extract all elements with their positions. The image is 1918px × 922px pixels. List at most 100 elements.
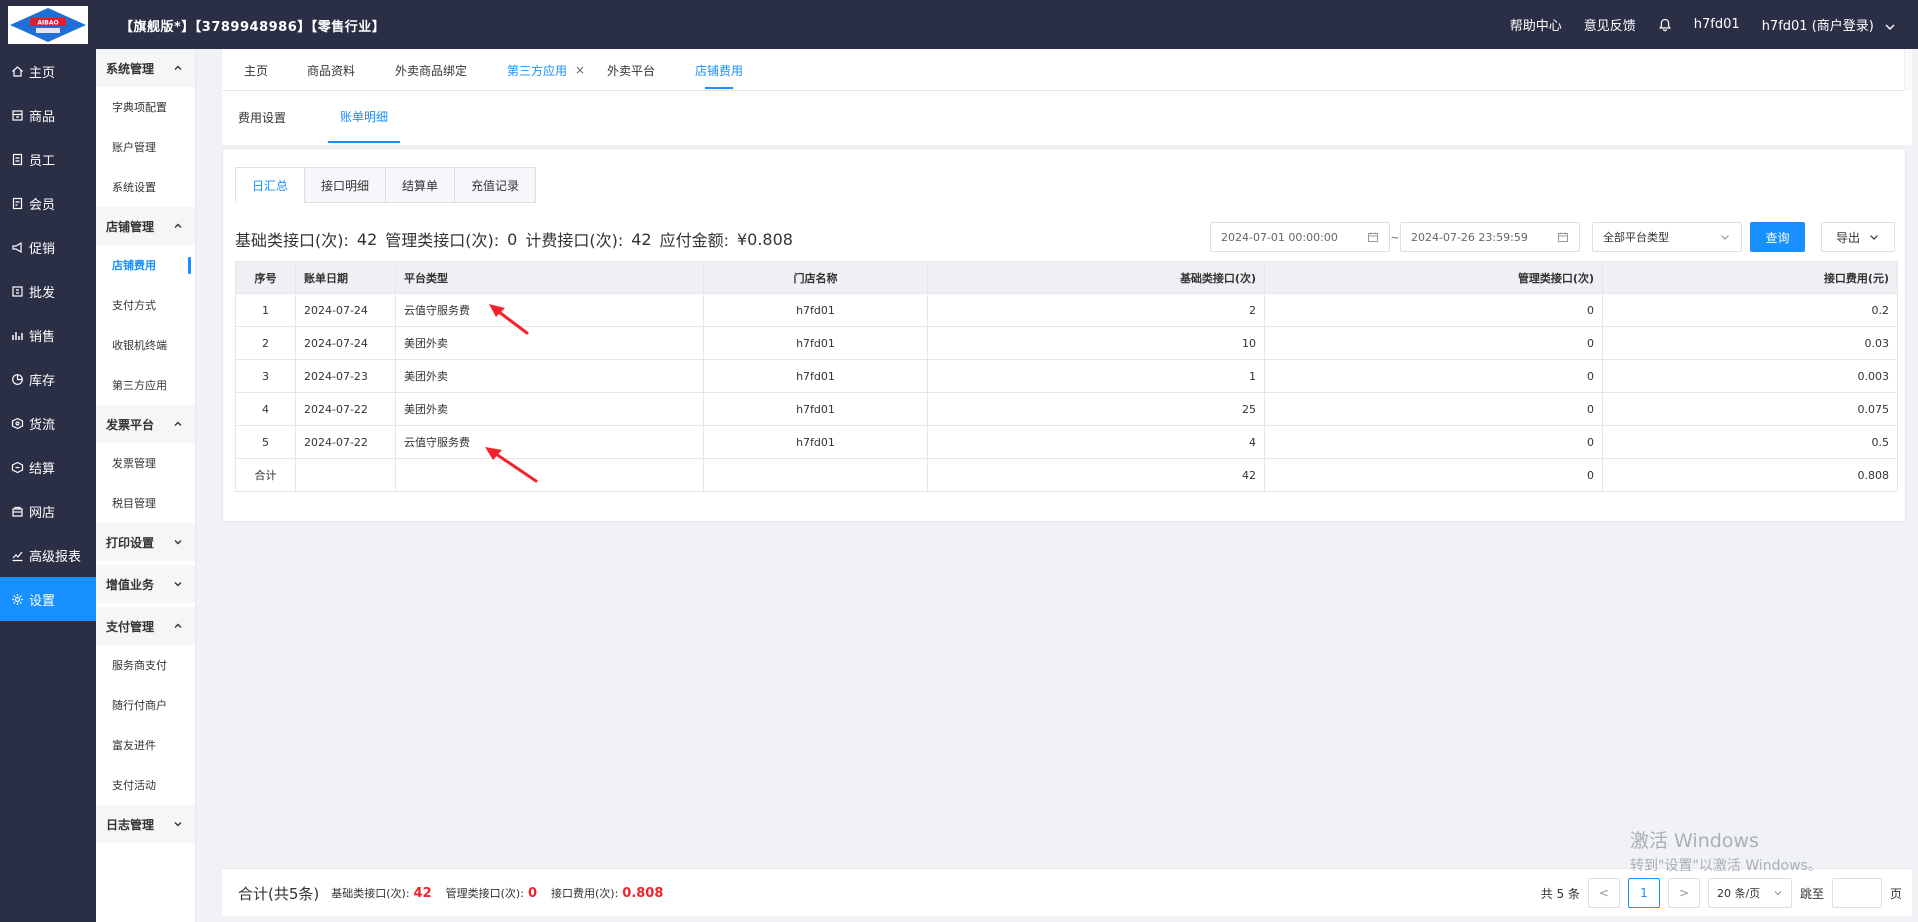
table-header-row: 序号 账单日期 平台类型 门店名称 基础类接口(次) 管理类接口(次) 接口费用… bbox=[235, 261, 1898, 294]
nav-item-staff[interactable]: 员工 bbox=[0, 137, 96, 181]
col-bill-date[interactable]: 账单日期 bbox=[295, 261, 396, 294]
platform-type-select[interactable]: 全部平台类型 bbox=[1592, 222, 1742, 252]
subtab-statement[interactable]: 结算单 bbox=[385, 167, 456, 203]
cell-platform-type: 美团外卖 bbox=[395, 326, 704, 360]
sales-icon bbox=[10, 328, 24, 342]
group-log[interactable]: 日志管理 bbox=[96, 805, 195, 843]
start-date-input[interactable]: 2024-07-01 00:00:00 bbox=[1210, 222, 1390, 252]
col-mgmt-api[interactable]: 管理类接口(次) bbox=[1264, 261, 1603, 294]
cell-total-api-fee: 0.808 bbox=[1602, 458, 1898, 492]
group-invoice[interactable]: 发票平台 bbox=[96, 405, 195, 443]
tab-takeout-binding[interactable]: 外卖商品绑定 bbox=[395, 49, 467, 91]
bell-icon[interactable] bbox=[1658, 18, 1672, 32]
col-store-name[interactable]: 门店名称 bbox=[703, 261, 928, 294]
sub-item-pay-activity[interactable]: 支付活动 bbox=[96, 765, 195, 805]
footer-total-count: 合计(共5条) bbox=[238, 884, 320, 903]
nav-item-member[interactable]: 会员 bbox=[0, 181, 96, 225]
tab-home[interactable]: 主页 bbox=[244, 49, 268, 91]
calendar-icon bbox=[1368, 232, 1378, 242]
subtab-api-detail[interactable]: 接口明细 bbox=[304, 167, 387, 203]
prev-page-button[interactable]: < bbox=[1587, 878, 1620, 908]
cell-empty bbox=[395, 458, 704, 492]
report-icon bbox=[10, 548, 24, 562]
nav-item-settle[interactable]: 结算 bbox=[0, 445, 96, 489]
cell-index: 3 bbox=[235, 359, 296, 393]
footer-basic-value: 42 bbox=[413, 885, 432, 901]
group-payment[interactable]: 支付管理 bbox=[96, 607, 195, 645]
group-store[interactable]: 店铺管理 bbox=[96, 207, 195, 245]
group-system[interactable]: 系统管理 bbox=[96, 49, 195, 87]
group-title: 日志管理 bbox=[106, 817, 155, 832]
nav-item-report[interactable]: 高级报表 bbox=[0, 533, 96, 577]
sub-item-system-settings[interactable]: 系统设置 bbox=[96, 167, 195, 207]
sub-item-pos-terminal[interactable]: 收银机终端 bbox=[96, 325, 195, 365]
sub-item-suixingfu[interactable]: 随行付商户 bbox=[96, 685, 195, 725]
chevron-down-icon bbox=[174, 540, 182, 545]
footer-mgmt-value: 0 bbox=[527, 885, 537, 901]
group-value-added[interactable]: 增值业务 bbox=[96, 565, 195, 603]
sub-item-payment-method[interactable]: 支付方式 bbox=[96, 285, 195, 325]
bill-subtabs: 日汇总 接口明细 结算单 充值记录 bbox=[235, 167, 537, 203]
cell-platform-type: 云值守服务费 bbox=[395, 293, 704, 327]
subtab-recharge[interactable]: 充值记录 bbox=[454, 167, 537, 203]
col-index[interactable]: 序号 bbox=[235, 261, 296, 294]
sub-item-dict[interactable]: 字典项配置 bbox=[96, 87, 195, 127]
nav-item-sales[interactable]: 销售 bbox=[0, 313, 96, 357]
cell-basic-api: 4 bbox=[927, 425, 1265, 459]
tab-goods-info[interactable]: 商品资料 bbox=[307, 49, 355, 91]
export-button[interactable]: 导出 bbox=[1821, 222, 1895, 252]
col-platform-type[interactable]: 平台类型 bbox=[395, 261, 704, 294]
table-row[interactable]: 4 2024-07-22 美团外卖 h7fd01 25 0 0.075 bbox=[235, 392, 1898, 426]
sub-item-third-party-app[interactable]: 第三方应用 bbox=[96, 365, 195, 405]
tab-store-fee[interactable]: 店铺费用 bbox=[695, 49, 743, 91]
next-page-button[interactable]: > bbox=[1667, 878, 1700, 908]
nav-item-home[interactable]: 主页 bbox=[0, 49, 96, 93]
tabs-scroll-handle[interactable] bbox=[1904, 49, 1912, 91]
group-title: 支付管理 bbox=[106, 619, 155, 634]
summary-billing-label: 计费接口(次): bbox=[525, 231, 624, 250]
help-center-link[interactable]: 帮助中心 bbox=[1510, 15, 1562, 34]
group-print[interactable]: 打印设置 bbox=[96, 523, 195, 561]
settle-icon bbox=[10, 460, 24, 474]
sub-item-provider-pay[interactable]: 服务商支付 bbox=[96, 645, 195, 685]
cell-store-name: h7fd01 bbox=[703, 425, 928, 459]
sub-item-account[interactable]: 账户管理 bbox=[96, 127, 195, 167]
nav-item-settings[interactable]: 设置 bbox=[0, 577, 96, 621]
end-date-input[interactable]: 2024-07-26 23:59:59 bbox=[1400, 222, 1580, 252]
nav-item-wholesale[interactable]: 批发 bbox=[0, 269, 96, 313]
col-basic-api[interactable]: 基础类接口(次) bbox=[927, 261, 1265, 294]
page-1-button[interactable]: 1 bbox=[1627, 878, 1660, 908]
subtab-daily-summary[interactable]: 日汇总 bbox=[235, 167, 306, 203]
jump-page-input[interactable] bbox=[1831, 878, 1882, 908]
aibao-logo[interactable]: AIBAO bbox=[8, 6, 88, 44]
sub-item-invoice-manage[interactable]: 发票管理 bbox=[96, 443, 195, 483]
tab-takeout-platform[interactable]: 外卖平台 bbox=[607, 49, 655, 91]
cell-bill-date: 2024-07-23 bbox=[295, 359, 396, 393]
tab-label: 外卖商品绑定 bbox=[395, 63, 468, 78]
cell-mgmt-api: 0 bbox=[1264, 425, 1603, 459]
tab-fee-settings[interactable]: 费用设置 bbox=[238, 91, 286, 143]
cell-mgmt-api: 0 bbox=[1264, 326, 1603, 360]
account-menu[interactable]: h7fd01 (商户登录) bbox=[1762, 15, 1896, 34]
nav-item-promotion[interactable]: 促销 bbox=[0, 225, 96, 269]
sub-item-fuyou[interactable]: 富友进件 bbox=[96, 725, 195, 765]
watermark-line2: 转到"设置"以激活 Windows。 bbox=[1630, 858, 1822, 874]
tab-bill-detail[interactable]: 账单明细 bbox=[328, 91, 401, 143]
nav-item-logistics[interactable]: 货流 bbox=[0, 401, 96, 445]
tab-third-party-app[interactable]: 第三方应用 × bbox=[507, 49, 585, 91]
close-icon[interactable]: × bbox=[575, 63, 585, 77]
user-name[interactable]: h7fd01 bbox=[1694, 17, 1740, 32]
table-row[interactable]: 3 2024-07-23 美团外卖 h7fd01 1 0 0.003 bbox=[235, 359, 1898, 393]
nav-item-stock[interactable]: 库存 bbox=[0, 357, 96, 401]
cell-bill-date: 2024-07-24 bbox=[295, 326, 396, 360]
page-size-select[interactable]: 20 条/页 bbox=[1707, 878, 1792, 908]
group-title: 发票平台 bbox=[106, 417, 155, 432]
sub-item-store-fee[interactable]: 店铺费用 bbox=[96, 245, 195, 285]
feedback-link[interactable]: 意见反馈 bbox=[1584, 15, 1636, 34]
sub-item-tax-item[interactable]: 税目管理 bbox=[96, 483, 195, 523]
query-button[interactable]: 查询 bbox=[1750, 222, 1805, 252]
gear-icon bbox=[10, 592, 24, 606]
nav-item-goods[interactable]: 商品 bbox=[0, 93, 96, 137]
nav-item-shop[interactable]: 网店 bbox=[0, 489, 96, 533]
col-api-fee[interactable]: 接口费用(元) bbox=[1602, 261, 1898, 294]
